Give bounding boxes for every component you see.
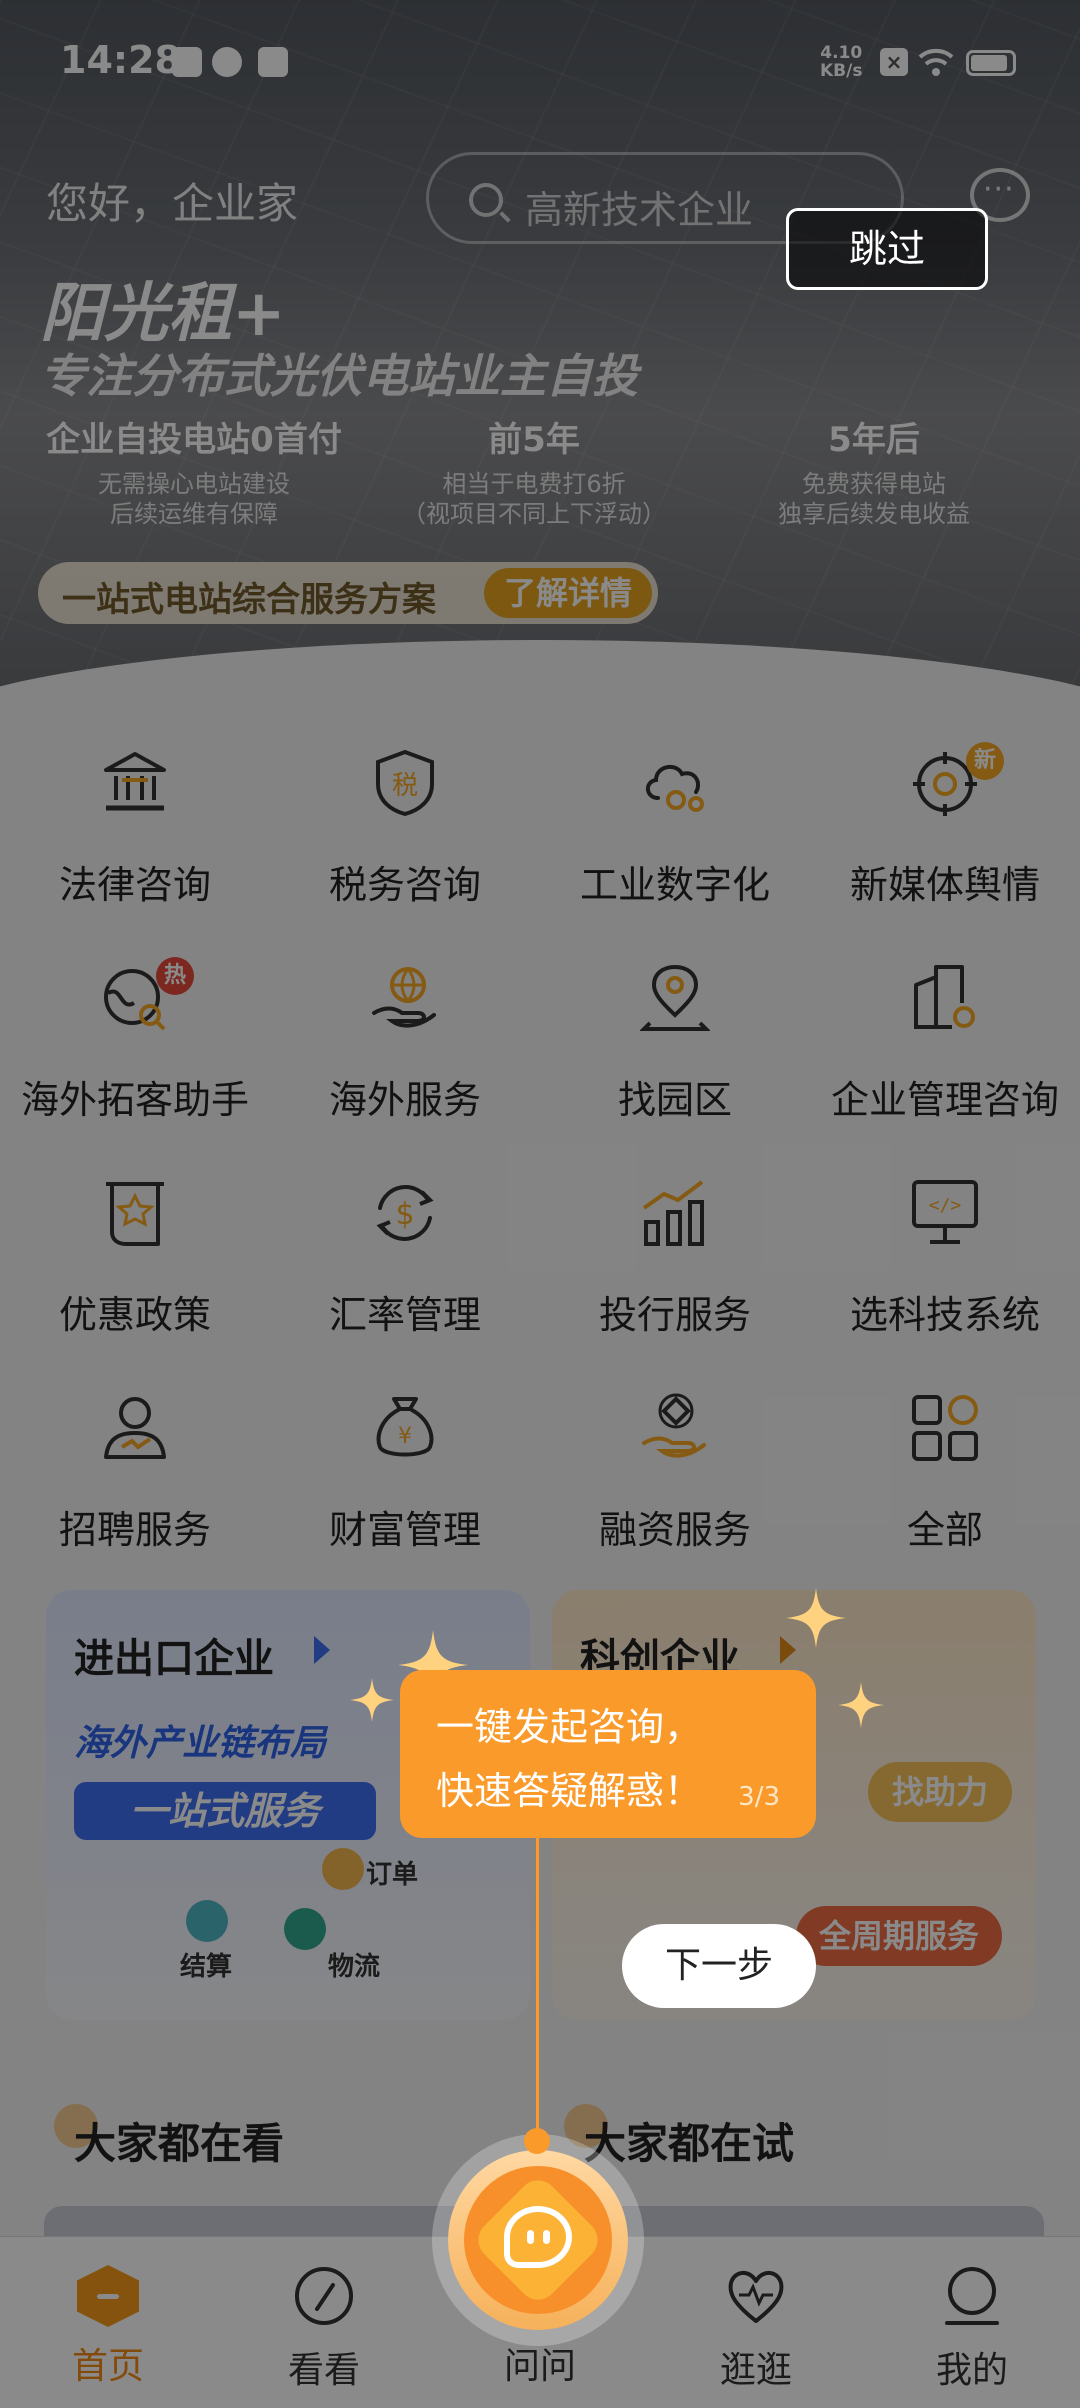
guide-connector-line: [536, 1838, 539, 2140]
ask-button[interactable]: [464, 2166, 612, 2314]
skip-button[interactable]: 跳过: [786, 208, 988, 290]
guide-connector-dot: [524, 2128, 550, 2154]
guide-overlay: [0, 0, 1080, 2408]
sparkle-icon: [350, 1678, 394, 1722]
next-step-button[interactable]: 下一步: [622, 1924, 816, 2008]
step-indicator: 3/3: [738, 1782, 780, 1812]
sparkle-icon: [838, 1682, 884, 1728]
tooltip-line-1: 一键发起咨询，: [436, 1705, 703, 1749]
chat-face-icon: [504, 2206, 572, 2268]
guide-tooltip: 一键发起咨询， 快速答疑解惑！ 3/3: [400, 1670, 816, 1838]
sparkle-icon: [786, 1588, 846, 1648]
tooltip-line-2: 快速答疑解惑！: [436, 1769, 703, 1813]
